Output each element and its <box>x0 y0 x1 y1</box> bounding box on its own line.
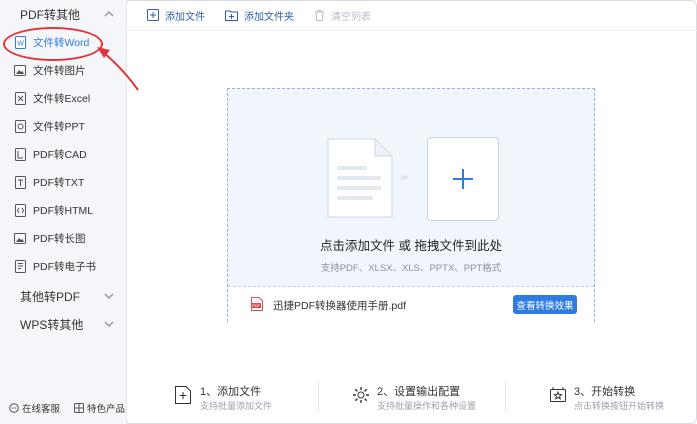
add-folder-label: 添加文件夹 <box>244 11 294 23</box>
cad-icon <box>14 147 26 161</box>
plus-icon <box>453 169 473 189</box>
step-title: 2、设置输出配置 <box>377 386 461 398</box>
supported-formats-text: 支持PDF、XLSX、XLS、PPTX、PPT格式 <box>320 263 502 274</box>
group-other-to-pdf[interactable]: 其他转PDF <box>0 282 126 310</box>
add-file-icon <box>147 9 159 21</box>
sidebar-items: W 文件转Word 文件转图片 文件转Excel 文件转PPT PDF转CAD … <box>0 28 126 280</box>
arrows-icon: ››› <box>400 172 408 183</box>
featured-products-label: 特色产品 <box>87 404 126 415</box>
sample-file-name: 迅捷PDF转换器使用手册.pdf <box>273 300 407 312</box>
add-file-tile[interactable] <box>427 137 499 221</box>
ppt-icon <box>14 119 26 133</box>
sidebar-item-label: 文件转Excel <box>33 92 91 105</box>
group-label: 其他转PDF <box>20 289 81 304</box>
group-label: WPS转其他 <box>20 317 84 332</box>
gear-icon <box>353 387 369 403</box>
annotation-highlight-ring <box>3 27 103 61</box>
add-file-label: 添加文件 <box>165 11 205 23</box>
sidebar-item-pdf-to-long-image[interactable]: PDF转长图 <box>0 224 126 252</box>
convert-icon <box>550 387 566 402</box>
chevron-up-icon <box>102 7 116 21</box>
pdf-badge: PDF <box>252 303 261 308</box>
step-divider <box>505 382 506 412</box>
html-icon <box>14 203 26 217</box>
step-desc: 支持批量添加文件 <box>200 401 273 411</box>
sidebar: PDF转其他 W 文件转Word 文件转图片 文件转Excel 文件转PPT P… <box>0 0 127 424</box>
sidebar-item-pdf-to-cad[interactable]: PDF转CAD <box>0 140 126 168</box>
sidebar-item-label: PDF转HTML <box>33 204 94 217</box>
sidebar-item-pdf-to-ebook[interactable]: PDF转电子书 <box>0 252 126 280</box>
online-support-label: 在线客服 <box>22 404 61 415</box>
sidebar-footer: 在线客服 特色产品 <box>0 398 126 418</box>
sidebar-item-label: PDF转电子书 <box>33 260 96 273</box>
drop-zone-title: 点击添加文件 或 拖拽文件到此处 <box>320 239 502 253</box>
sidebar-item-file-to-ppt[interactable]: 文件转PPT <box>0 112 126 140</box>
group-wps-to-other[interactable]: WPS转其他 <box>0 310 126 338</box>
group-pdf-to-other[interactable]: PDF转其他 <box>0 0 126 28</box>
clear-list-button[interactable]: 清空列表 <box>314 8 371 23</box>
sidebar-item-label: PDF转长图 <box>33 232 86 245</box>
pdf-file-icon: PDF <box>251 297 263 311</box>
file-drop-zone[interactable]: ››› 点击添加文件 或 拖拽文件到此处 支持PDF、XLSX、XLS、PPTX… <box>227 88 595 323</box>
document-icon <box>327 138 393 221</box>
txt-icon <box>14 175 26 189</box>
group-label: PDF转其他 <box>20 7 81 22</box>
sample-file-bar: PDF 迅捷PDF转换器使用手册.pdf 查看转换效果 <box>228 286 594 323</box>
sidebar-item-pdf-to-html[interactable]: PDF转HTML <box>0 196 126 224</box>
step-divider <box>318 382 319 412</box>
sidebar-item-label: PDF转CAD <box>33 148 87 161</box>
online-support-button[interactable]: 在线客服 <box>9 401 60 415</box>
excel-icon <box>14 91 26 105</box>
sidebar-item-label: 文件转图片 <box>33 64 86 77</box>
chevron-down-icon <box>102 289 116 303</box>
image-icon <box>14 63 26 77</box>
sidebar-item-label: PDF转TXT <box>33 176 85 189</box>
sidebar-item-file-to-excel[interactable]: 文件转Excel <box>0 84 126 112</box>
chat-icon <box>9 403 19 413</box>
featured-products-button[interactable]: 特色产品 <box>74 401 125 415</box>
step-title: 1、添加文件 <box>200 386 262 398</box>
ebook-icon <box>14 259 26 273</box>
grid-icon <box>74 403 85 413</box>
trash-icon <box>315 10 324 21</box>
sidebar-item-label: 文件转PPT <box>33 120 85 133</box>
add-folder-button[interactable]: 添加文件夹 <box>225 8 294 23</box>
step-title: 3、开始转换 <box>574 386 636 398</box>
step-desc: 点击转换按钮开始转换 <box>574 401 665 411</box>
view-conversion-result-button[interactable]: 查看转换效果 <box>513 295 577 314</box>
long-image-icon <box>14 231 26 245</box>
add-folder-icon <box>225 10 238 21</box>
toolbar: 添加文件 添加文件夹 清空列表 <box>127 0 697 31</box>
add-document-icon <box>175 386 191 404</box>
sidebar-item-pdf-to-txt[interactable]: PDF转TXT <box>0 168 126 196</box>
clear-list-label: 清空列表 <box>331 11 371 23</box>
add-file-button[interactable]: 添加文件 <box>147 8 205 23</box>
step-desc: 支持批量操作和各种设置 <box>377 401 477 411</box>
chevron-down-icon <box>102 317 116 331</box>
